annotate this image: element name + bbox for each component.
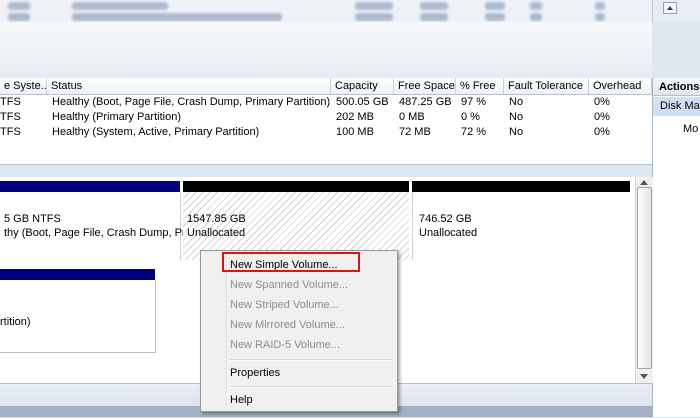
partition-block-primary[interactable]: 5 GB NTFS thy (Boot, Page File, Crash Du… [0,192,186,260]
actions-header: Actions [653,78,700,96]
partition-block-primary[interactable]: rtition) [0,280,156,353]
cell-overhead: 0% [594,126,610,138]
cell-filesystem: TFS [0,126,21,138]
partition-bar-primary [0,269,155,280]
cell-percent-free: 72 % [461,126,487,138]
cell-percent-free: 0 % [461,111,480,123]
menu-item-new-raid5-volume: New RAID-5 Volume... [230,339,341,351]
menu-item-new-striped-volume: New Striped Volume... [230,299,339,311]
partition-size-label: 1547.85 GB [187,213,246,225]
table-row[interactable]: TFS Healthy (Primary Partition) 202 MB 0… [0,110,652,125]
menu-separator [229,386,393,388]
volume-list: e Syste... Status Capacity Free Space % … [0,78,653,164]
cell-filesystem: TFS [0,96,21,108]
scroll-up-icon[interactable] [640,180,648,185]
partition-size-label: 746.52 GB [419,213,472,225]
table-row[interactable]: TFS Healthy (Boot, Page File, Crash Dump… [0,95,652,110]
partition-status-label: Unallocated [187,227,246,239]
column-filesystem[interactable]: e Syste... [0,78,47,94]
cell-capacity: 202 MB [336,111,374,123]
menu-item-help[interactable]: Help [230,390,253,410]
cell-overhead: 0% [594,96,610,108]
column-capacity[interactable]: Capacity [331,78,394,94]
volume-list-header: e Syste... Status Capacity Free Space % … [0,78,652,95]
cell-free-space: 487.25 GB [399,96,452,108]
actions-item-disk-management[interactable]: Disk Ma [653,97,700,116]
actions-item-more[interactable]: Mo [683,123,700,135]
collapse-icon[interactable] [663,2,677,14]
partition-status-label: rtition) [0,316,31,328]
column-free-space[interactable]: Free Space [394,78,456,94]
cell-filesystem: TFS [0,111,21,123]
partition-bar-unallocated [412,181,630,192]
menu-separator [229,359,393,361]
menu-item-new-spanned-volume: New Spanned Volume... [230,279,349,291]
partition-bar-primary [0,181,180,192]
menu-item-new-mirrored-volume: New Mirrored Volume... [230,319,345,331]
cell-capacity: 500.05 GB [336,96,389,108]
vertical-scrollbar[interactable] [635,177,653,383]
cell-status: Healthy (System, Active, Primary Partiti… [52,126,260,138]
column-percent-free[interactable]: % Free [456,78,504,94]
partition-status-label: thy (Boot, Page File, Crash Dump, Pr [4,227,186,239]
cell-fault-tolerance: No [509,111,524,123]
context-menu: New Simple Volume... New Spanned Volume.… [200,250,398,412]
table-row[interactable]: TFS Healthy (System, Active, Primary Par… [0,125,652,140]
column-overhead[interactable]: Overhead [589,78,652,94]
partition-block-unallocated[interactable]: 746.52 GB Unallocated [412,192,631,260]
scroll-thumb[interactable] [637,187,652,369]
cell-overhead: 0% [594,111,610,123]
column-status[interactable]: Status [47,78,331,94]
cell-fault-tolerance: No [509,96,524,108]
pane-band [0,22,652,79]
pane-splitter[interactable] [0,164,652,178]
cell-percent-free: 97 % [461,96,487,108]
cell-status: Healthy (Boot, Page File, Crash Dump, Pr… [52,96,331,108]
highlight-box [222,252,360,272]
partition-bar-unallocated [183,181,409,192]
menu-item-properties[interactable]: Properties [230,363,280,383]
cell-fault-tolerance: No [509,126,524,138]
scroll-down-icon[interactable] [640,374,648,379]
actions-pane: Actions Disk Ma Mo [652,78,700,417]
blurred-volume-rows [0,0,652,23]
cell-status: Healthy (Primary Partition) [52,111,181,123]
column-fault-tolerance[interactable]: Fault Tolerance [504,78,589,94]
cell-free-space: 72 MB [399,126,431,138]
partition-size-label: 5 GB NTFS [4,213,61,225]
cell-capacity: 100 MB [336,126,374,138]
partition-status-label: Unallocated [419,227,478,239]
menu-gutter [226,253,228,407]
cell-free-space: 0 MB [399,111,425,123]
